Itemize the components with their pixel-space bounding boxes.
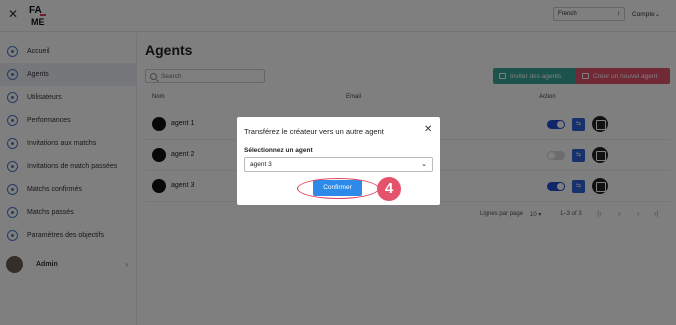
agent-select-label: Sélectionnez un agent [244,147,313,154]
agent-select[interactable]: agent 3 ⌄ [244,157,433,172]
close-icon[interactable]: ✕ [424,125,432,135]
dialog-title: Transférez le créateur vers un autre age… [244,127,384,136]
transfer-creator-dialog: Transférez le créateur vers un autre age… [237,117,440,205]
agent-select-value: agent 3 [250,161,272,168]
chevron-down-icon: ⌄ [421,161,427,168]
highlight-ring [297,178,379,199]
step-badge: 4 [377,177,401,201]
